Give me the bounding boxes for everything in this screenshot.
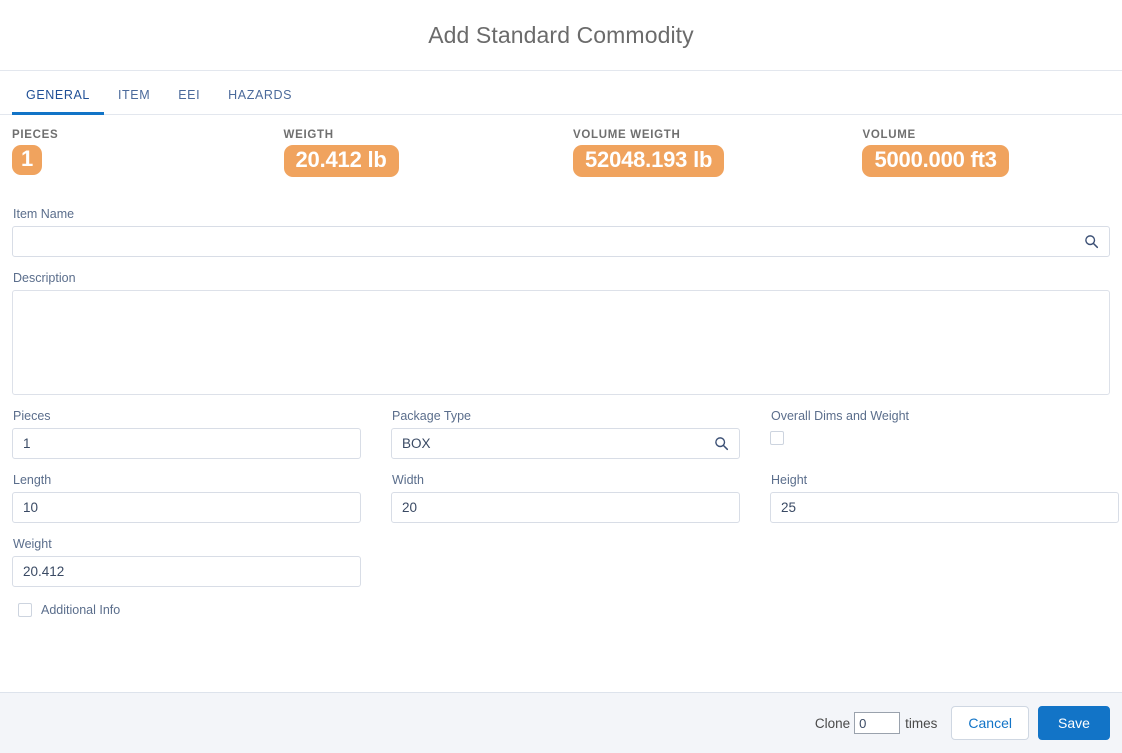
- row-pieces-package: Pieces 1 Package Type BOX Overall Dims a…: [12, 409, 1110, 459]
- tab-bar: GENERAL ITEM EEI HAZARDS: [0, 71, 1122, 115]
- additional-info-checkbox[interactable]: [18, 603, 32, 617]
- description-label: Description: [13, 271, 76, 285]
- page-title: Add Standard Commodity: [428, 21, 694, 48]
- height-value: 25: [781, 500, 797, 515]
- row-dimensions: Length 10 Width 20 Height 25: [12, 473, 1119, 523]
- commodity-form: Item Name Description Pieces 1 Package T…: [0, 207, 1122, 617]
- summary-volume-label: VOLUME: [862, 129, 916, 141]
- clone-controls: Clone 0 times: [814, 712, 938, 734]
- summary-volume: VOLUME 5000.000 ft3: [862, 129, 1122, 189]
- summary-pieces: PIECES 1: [0, 129, 284, 189]
- pieces-value: 1: [23, 436, 31, 451]
- item-name-input[interactable]: [12, 226, 1110, 257]
- pieces-label: Pieces: [13, 409, 51, 423]
- length-input[interactable]: 10: [12, 492, 361, 523]
- width-group: Width 20: [391, 473, 740, 523]
- overall-dims-checkbox-wrap: [770, 429, 1119, 447]
- height-group: Height 25: [770, 473, 1119, 523]
- cancel-button[interactable]: Cancel: [951, 706, 1029, 740]
- description-group: Description: [12, 271, 1110, 395]
- add-standard-commodity-dialog: Add Standard Commodity GENERAL ITEM EEI …: [0, 0, 1122, 753]
- width-value: 20: [402, 500, 418, 515]
- weight-input[interactable]: 20.412: [12, 556, 361, 587]
- width-label: Width: [392, 473, 424, 487]
- clone-times-label: times: [905, 715, 938, 731]
- dialog-header: Add Standard Commodity: [0, 0, 1122, 71]
- search-icon[interactable]: [1083, 234, 1099, 250]
- item-name-label: Item Name: [13, 207, 75, 221]
- tab-item[interactable]: ITEM: [104, 88, 164, 114]
- package-type-value: BOX: [402, 436, 431, 451]
- summary-pieces-value: 1: [12, 145, 43, 175]
- summary-volume-value: 5000.000 ft3: [862, 145, 1009, 177]
- item-name-group: Item Name: [12, 207, 1110, 257]
- summary-pieces-label: PIECES: [12, 129, 59, 141]
- weight-group: Weight 20.412: [12, 537, 361, 587]
- height-label: Height: [771, 473, 808, 487]
- clone-label: Clone: [814, 715, 851, 731]
- pieces-group: Pieces 1: [12, 409, 361, 459]
- search-icon[interactable]: [713, 436, 729, 452]
- length-value: 10: [23, 500, 39, 515]
- package-type-label: Package Type: [392, 409, 471, 423]
- save-button[interactable]: Save: [1038, 706, 1110, 740]
- summary-weight-label: WEIGTH: [283, 129, 334, 141]
- summary-volume-weight: VOLUME WEIGTH 52048.193 lb: [573, 129, 862, 189]
- length-label: Length: [13, 473, 52, 487]
- row-weight: Weight 20.412: [12, 537, 1110, 587]
- pieces-input[interactable]: 1: [12, 428, 361, 459]
- summary-weight: WEIGTH 20.412 lb: [283, 129, 573, 189]
- package-type-input[interactable]: BOX: [391, 428, 740, 459]
- width-input[interactable]: 20: [391, 492, 740, 523]
- overall-dims-group: Overall Dims and Weight: [770, 409, 1119, 459]
- package-type-group: Package Type BOX: [391, 409, 740, 459]
- tab-eei[interactable]: EEI: [164, 88, 214, 114]
- weight-label: Weight: [13, 537, 52, 551]
- overall-dims-label: Overall Dims and Weight: [771, 409, 910, 423]
- summary-volume-weight-value: 52048.193 lb: [573, 145, 725, 177]
- summary-volume-weight-label: VOLUME WEIGTH: [573, 129, 681, 141]
- additional-info-group[interactable]: Additional Info: [12, 603, 1110, 617]
- height-input[interactable]: 25: [770, 492, 1119, 523]
- overall-dims-checkbox[interactable]: [770, 430, 784, 445]
- dialog-footer: Clone 0 times Cancel Save: [0, 692, 1122, 753]
- length-group: Length 10: [12, 473, 361, 523]
- description-textarea[interactable]: [12, 290, 1110, 395]
- tab-general[interactable]: GENERAL: [12, 88, 104, 115]
- clone-count-input[interactable]: 0: [854, 712, 901, 734]
- summary-bar: PIECES 1 WEIGTH 20.412 lb VOLUME WEIGTH …: [0, 115, 1122, 189]
- tab-hazards[interactable]: HAZARDS: [214, 88, 306, 114]
- additional-info-label: Additional Info: [41, 603, 121, 617]
- weight-value: 20.412: [23, 564, 65, 579]
- summary-weight-value: 20.412 lb: [283, 145, 399, 177]
